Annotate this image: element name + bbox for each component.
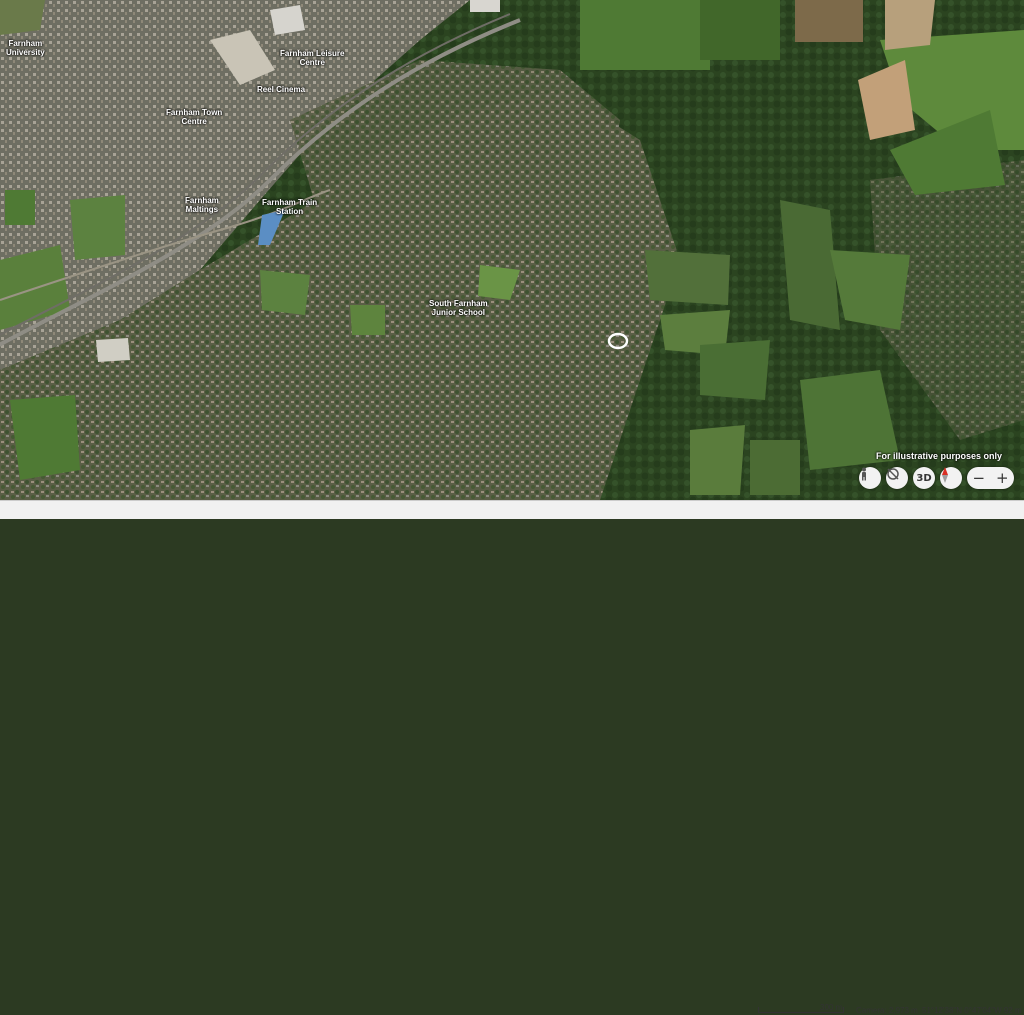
compass-icon — [942, 467, 948, 483]
rotate-button[interactable] — [886, 467, 908, 489]
place-label-farnham-university: Farnham University — [6, 39, 45, 57]
place-label-south-farnham-junior-school: South Farnham Junior School — [429, 299, 488, 317]
place-label-farnham-maltings: Farnham Maltings — [185, 196, 219, 214]
place-label-farnham-train-station: Farnham Train Station — [262, 198, 318, 216]
scale-label: 300 m — [820, 1003, 843, 1012]
zoom-in-button[interactable]: + — [991, 467, 1015, 489]
place-label-reel-cinema: Reel Cinema — [257, 85, 306, 94]
illustrative-note: For illustrative purposes only — [876, 451, 1003, 461]
rotate-icon — [887, 468, 899, 480]
compass-button[interactable] — [940, 467, 962, 489]
pegman-icon — [862, 467, 866, 481]
three-d-button[interactable]: 3D — [913, 467, 935, 489]
cursor-coordinates: 51°12'38"N 0°47'04"W 92 m — [922, 1006, 1022, 1015]
camera-altitude: Camera: 2,973 m — [856, 1006, 918, 1015]
satellite-map[interactable]: Farnham University Farnham Leisure Centr… — [0, 0, 1024, 500]
status-bar: 300 m Camera: 2,973 m 51°12'38"N 0°47'04… — [0, 500, 1024, 1015]
place-label-farnham-town-centre: Farnham Town Centre — [166, 108, 223, 126]
satellite-imagery — [0, 0, 1024, 500]
zoom-out-button[interactable]: − — [967, 467, 991, 489]
pegman-button[interactable] — [859, 467, 881, 489]
zoom-control: − + — [967, 467, 1014, 489]
place-label-farnham-leisure-centre: Farnham Leisure Centre — [280, 49, 345, 67]
